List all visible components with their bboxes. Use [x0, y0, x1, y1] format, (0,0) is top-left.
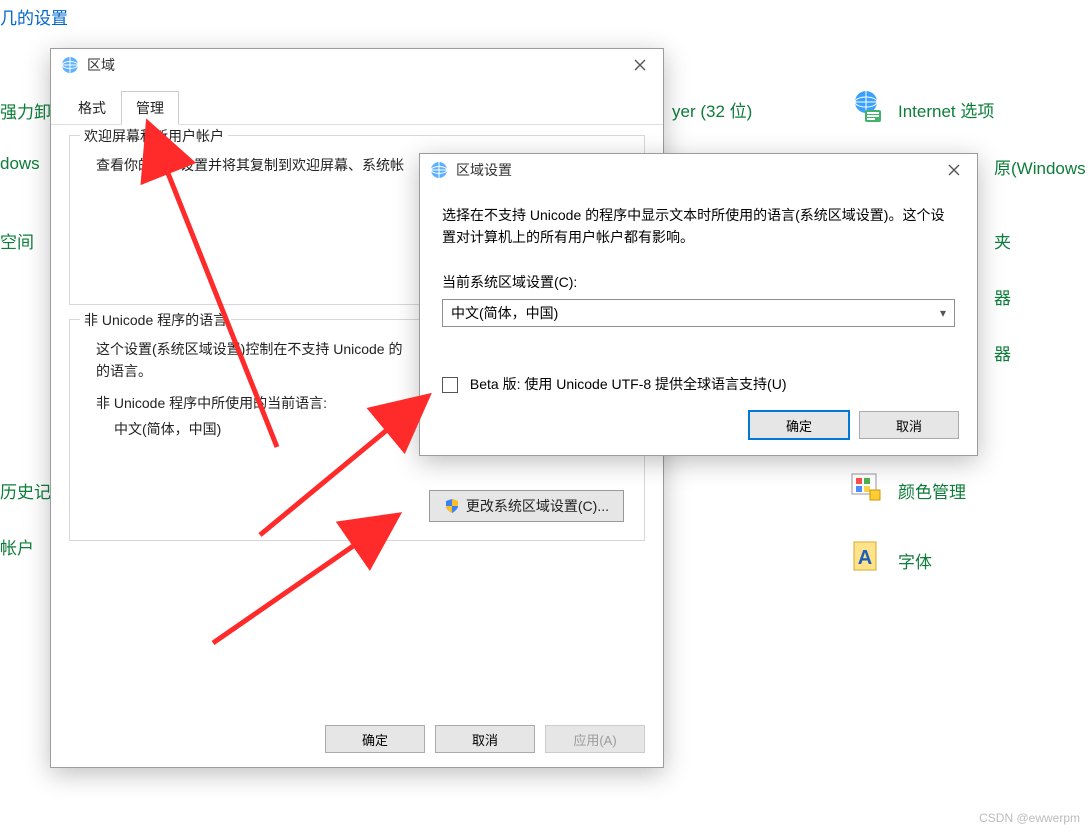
bg-link-11[interactable]: 器 [994, 340, 1011, 365]
tab-format[interactable]: 格式 [63, 91, 121, 125]
region-apply-button[interactable]: 应用(A) [545, 725, 645, 753]
locale-desc: 选择在不支持 Unicode 的程序中显示文本时所使用的语言(系统区域设置)。这… [442, 204, 955, 249]
unicode-group-title: 非 Unicode 程序的语言 [80, 310, 231, 330]
locale-select[interactable]: 中文(简体，中国) ▾ [442, 299, 955, 327]
region-footer-buttons: 确定 取消 应用(A) [325, 725, 645, 753]
uac-shield-icon [444, 498, 460, 514]
tab-admin[interactable]: 管理 [121, 91, 179, 125]
locale-ok-button[interactable]: 确定 [749, 411, 849, 439]
unicode-desc-line1: 这个设置(系统区域设置)控制在不支持 Unicode 的 [96, 341, 402, 357]
fonts-icon: A [848, 538, 884, 574]
chevron-down-icon: ▾ [940, 304, 946, 323]
color-management-icon [848, 468, 884, 504]
locale-settings-dialog: 区域设置 选择在不支持 Unicode 的程序中显示文本时所使用的语言(系统区域… [419, 153, 978, 456]
bg-link-12[interactable]: 颜色管理 [898, 478, 966, 503]
unicode-desc-line2: 的语言。 [96, 363, 152, 379]
bg-link-2[interactable]: dows [0, 154, 40, 174]
welcome-group-title: 欢迎屏幕和新用户帐户 [80, 126, 228, 146]
locale-close-button[interactable] [931, 154, 977, 186]
bg-link-13[interactable]: 字体 [898, 548, 932, 573]
bg-link-10[interactable]: 器 [994, 284, 1011, 309]
globe-icon [61, 56, 79, 74]
watermark: CSDN @ewwerpm [979, 811, 1080, 825]
locale-select-label: 当前系统区域设置(C): [442, 271, 955, 293]
region-close-button[interactable] [617, 49, 663, 81]
bg-link-6[interactable]: yer (32 位) [672, 97, 752, 122]
svg-text:A: A [858, 547, 872, 569]
locale-title: 区域设置 [456, 160, 512, 180]
locale-select-value: 中文(简体，中国) [451, 302, 558, 324]
change-locale-button[interactable]: 更改系统区域设置(C)... [429, 490, 624, 522]
internet-options-icon [848, 88, 884, 124]
change-locale-button-label: 更改系统区域设置(C)... [466, 496, 609, 516]
locale-cancel-button[interactable]: 取消 [859, 411, 959, 439]
close-icon [948, 164, 960, 176]
region-title: 区域 [87, 55, 115, 75]
utf8-checkbox[interactable] [442, 377, 458, 393]
bg-link-8[interactable]: 原(Windows [994, 154, 1086, 179]
close-icon [634, 59, 646, 71]
bg-link-3[interactable]: 空间 [0, 228, 34, 253]
bg-link-7[interactable]: Internet 选项 [898, 97, 994, 122]
utf8-checkbox-label: Beta 版: 使用 Unicode UTF-8 提供全球语言支持(U) [470, 376, 787, 392]
region-ok-button[interactable]: 确定 [325, 725, 425, 753]
bg-link-1[interactable]: 强力卸 [0, 98, 51, 123]
bg-link-4[interactable]: 历史记 [0, 478, 51, 503]
utf8-checkbox-row: Beta 版: 使用 Unicode UTF-8 提供全球语言支持(U) [442, 373, 955, 395]
bg-link-5[interactable]: 帐户 [0, 534, 34, 559]
tab-bar: 格式 管理 [51, 91, 663, 125]
locale-footer-buttons: 确定 取消 [749, 411, 959, 439]
page-heading: 几的设置 [0, 4, 68, 29]
locale-body: 选择在不支持 Unicode 的程序中显示文本时所使用的语言(系统区域设置)。这… [420, 186, 977, 396]
region-cancel-button[interactable]: 取消 [435, 725, 535, 753]
bg-link-9[interactable]: 夹 [994, 228, 1011, 253]
region-titlebar: 区域 [51, 49, 663, 81]
locale-titlebar: 区域设置 [420, 154, 977, 186]
globe-icon [430, 161, 448, 179]
